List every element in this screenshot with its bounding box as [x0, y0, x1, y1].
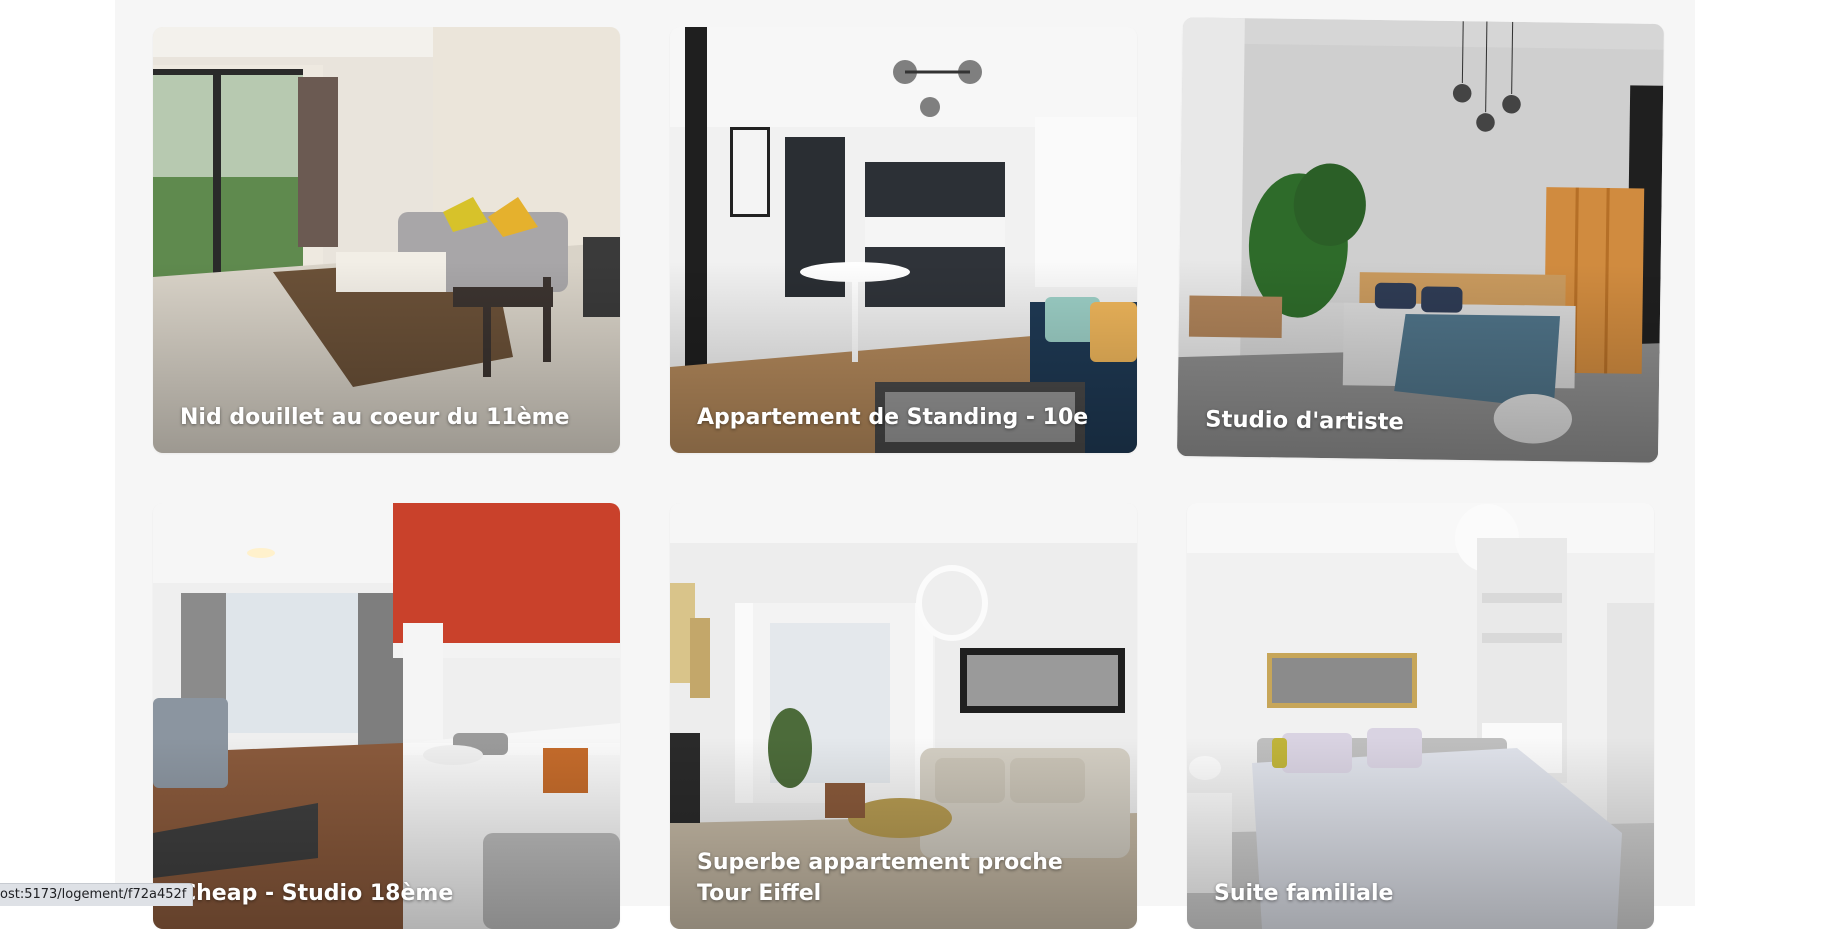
- listing-grid: Nid douillet au coeur du 11ème: [153, 27, 1654, 929]
- card-gradient: [670, 27, 1137, 453]
- listing-card[interactable]: Appartement de Standing - 10e: [670, 27, 1137, 453]
- card-gradient: [153, 27, 620, 453]
- card-gradient: [1187, 503, 1654, 929]
- listing-title: Studio d'artiste: [1205, 404, 1628, 442]
- listing-card[interactable]: Nid douillet au coeur du 11ème: [153, 27, 620, 453]
- listing-title: Suite familiale: [1214, 878, 1624, 909]
- listing-card[interactable]: Cheap - Studio 18ème: [153, 503, 620, 929]
- link-status-url: ost:5173/logement/f72a452f: [0, 883, 193, 906]
- listing-title: Superbe appartement proche Tour Eiffel: [697, 847, 1107, 909]
- gallery-panel: Nid douillet au coeur du 11ème: [115, 0, 1695, 906]
- listing-card[interactable]: Superbe appartement proche Tour Eiffel: [670, 503, 1137, 929]
- card-gradient: [153, 503, 620, 929]
- card-gradient: [1177, 17, 1664, 462]
- listing-card[interactable]: Studio d'artiste: [1177, 17, 1664, 462]
- listing-title: Cheap - Studio 18ème: [180, 878, 590, 909]
- listing-card[interactable]: Suite familiale: [1187, 503, 1654, 929]
- listing-title: Appartement de Standing - 10e: [697, 402, 1107, 433]
- listing-title: Nid douillet au coeur du 11ème: [180, 402, 590, 433]
